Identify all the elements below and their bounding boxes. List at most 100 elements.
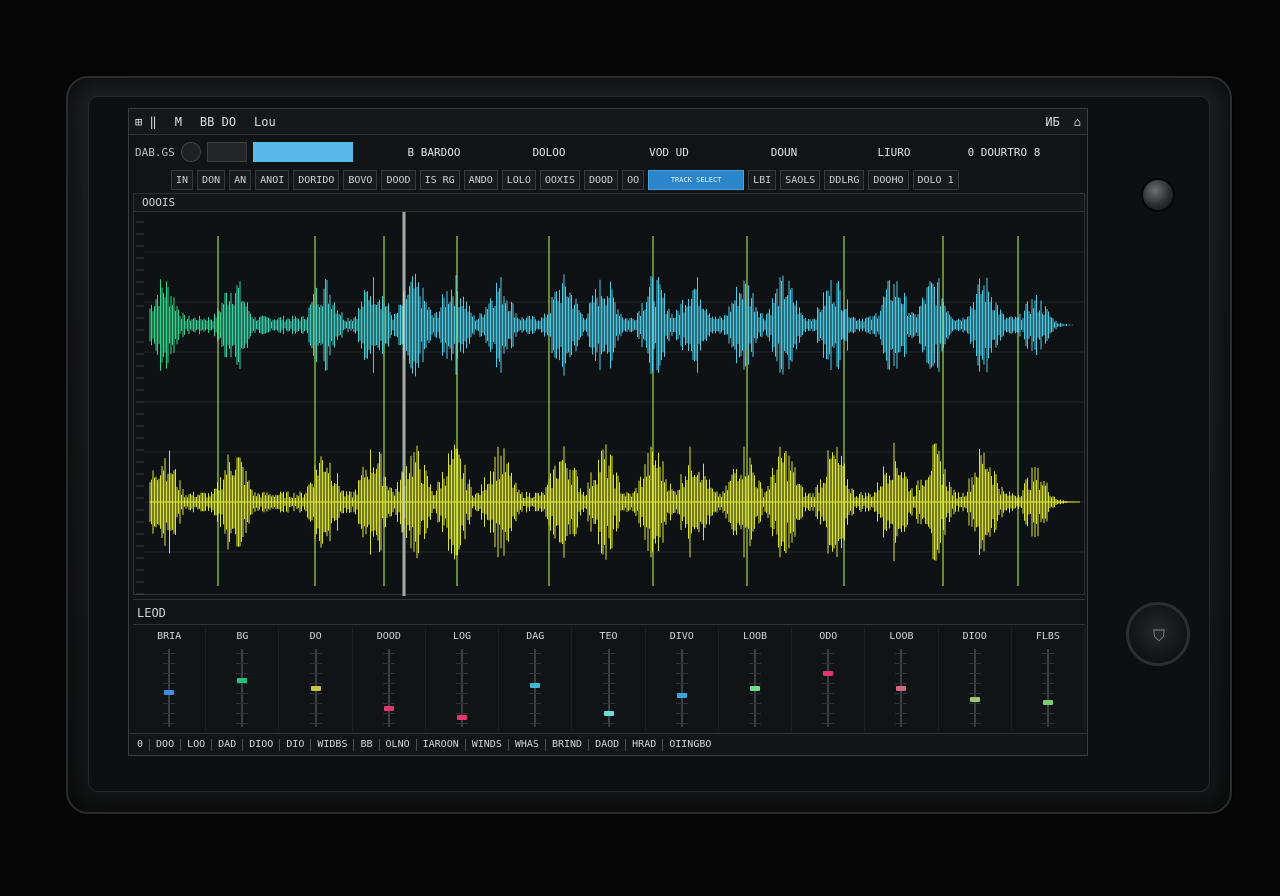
channel-label: BG [236, 631, 249, 642]
fader-tick [163, 663, 176, 664]
gain-knob[interactable] [181, 142, 201, 162]
menu-bar: ⊞ ‖ M BB DO Lou ИБ ⌂ [129, 109, 1087, 135]
fader-tick [895, 673, 908, 674]
toolbar2-button[interactable]: LBI [748, 170, 777, 190]
fader-tick [163, 723, 176, 724]
fader-tick [822, 713, 835, 714]
toolbar2-button[interactable]: DOOD [583, 170, 619, 190]
toolbar2-button[interactable]: AN [229, 170, 252, 190]
status-item: DIOO [249, 739, 274, 750]
toolbar-field-5[interactable]: LIURO [839, 146, 949, 159]
fader-handle[interactable] [310, 686, 321, 691]
toolbar-field-4[interactable]: DOUN [729, 146, 839, 159]
fader-tick [1041, 723, 1054, 724]
fader-tick [236, 693, 249, 694]
input-box[interactable] [207, 142, 247, 162]
waveform-title: OOOIS [134, 194, 1084, 212]
status-bar: 0 DOO LOO DAD DIOO DIO WIDBS BB OLNO IAROON WINDS W… [129, 733, 1087, 755]
menu-right-1[interactable]: ИБ [1045, 115, 1059, 129]
toolbar2-button[interactable]: DORIDO [293, 170, 340, 190]
status-separator [662, 738, 664, 751]
fader-tick [822, 653, 835, 654]
fader-handle[interactable] [530, 682, 541, 688]
toolbar-field-1[interactable]: B BARDOO [379, 146, 489, 159]
fader-handle[interactable] [896, 686, 907, 691]
fader-tick [748, 653, 761, 654]
fader-tick [1041, 663, 1054, 664]
fader-tick [456, 663, 469, 664]
toolbar2-button[interactable]: DDLRG [824, 170, 865, 190]
fader-tick [602, 683, 615, 684]
fader-handle[interactable] [383, 705, 394, 711]
toolbar2-button[interactable]: DON [197, 170, 226, 190]
channel-label: DAG [526, 631, 545, 642]
menu-item-2[interactable]: M [175, 115, 182, 129]
status-separator [149, 738, 151, 751]
channel-label: DO [309, 631, 322, 642]
fader-handle[interactable] [164, 689, 175, 695]
toolbar2-button[interactable]: DOLO 1 [912, 170, 959, 190]
toolbar2-button[interactable]: OO [622, 170, 645, 190]
fader-tick [382, 713, 395, 714]
fader-tick [309, 723, 322, 724]
toolbar2-button[interactable]: ANOI [255, 170, 290, 190]
fader-track [241, 649, 244, 727]
toolbar-field-6[interactable]: 0 DOURTRO 8 [949, 146, 1059, 159]
channel-label: ODO [819, 631, 838, 642]
menu-item-1[interactable]: ⊞ ‖ [135, 115, 157, 129]
screen: ⊞ ‖ M BB DO Lou ИБ ⌂ DAB.GS B BARDOO DOL… [128, 108, 1088, 756]
fader-tick [675, 713, 688, 714]
toolbar2-button[interactable]: DOOHO [868, 170, 909, 190]
fader-tick [309, 653, 322, 654]
toolbar2-button[interactable]: SAOLS [780, 170, 821, 190]
fader-tick [236, 713, 249, 714]
fader-tick [748, 723, 761, 724]
fader-track [1046, 649, 1049, 727]
fader-handle[interactable] [749, 686, 760, 691]
toolbar2-button[interactable]: BOVO [343, 170, 378, 190]
fader-handle[interactable] [969, 696, 980, 702]
status-separator [279, 738, 281, 751]
fader-tick [968, 683, 981, 684]
fader-handle[interactable] [237, 677, 248, 683]
menu-item-4[interactable]: Lou [254, 115, 276, 129]
toolbar2-button[interactable]: OOXIS [539, 170, 580, 190]
settings-icon[interactable]: ⌂ [1074, 115, 1081, 129]
toolbar-field-3[interactable]: VOD UD [609, 146, 729, 159]
fader-handle[interactable] [676, 693, 687, 698]
fader-track [827, 649, 830, 727]
status-item: OLNO [385, 739, 410, 750]
fader-track [973, 649, 976, 727]
fader-tick [675, 663, 688, 664]
fader-handle[interactable] [457, 715, 468, 721]
level-field[interactable] [253, 142, 353, 162]
fader-tick [456, 713, 469, 714]
toolbar2-button[interactable]: IN [171, 170, 194, 190]
mixer-channel: BG [206, 627, 280, 731]
toolbar2-button[interactable]: TRACK SELECT [648, 170, 745, 190]
status-item: 0 [137, 739, 144, 750]
fader-handle[interactable] [1042, 700, 1053, 705]
waveform-canvas[interactable] [134, 212, 1086, 596]
mixer-channel: DO [279, 627, 353, 731]
channel-label: TEO [599, 631, 618, 642]
fader-handle[interactable] [603, 710, 614, 716]
toolbar2-button[interactable]: LOLO [501, 170, 536, 190]
fader-tick [602, 703, 615, 704]
fader-handle[interactable] [823, 670, 834, 676]
home-button[interactable]: ⛉ [1126, 602, 1190, 666]
toolbar2-button[interactable]: IS RG [419, 170, 460, 190]
menu-item-3[interactable]: BB DO [200, 115, 236, 129]
shield-icon: ⛉ [1153, 626, 1166, 645]
fader-tick [382, 693, 395, 694]
fader-tick [1041, 653, 1054, 654]
fader-tick [163, 703, 176, 704]
fader-tick [602, 663, 615, 664]
fader-tick [748, 693, 761, 694]
toolbar-label: DAB.GS [135, 145, 175, 159]
toolbar2-button[interactable]: DOOD [381, 170, 416, 190]
toolbar-field-2[interactable]: DOLOO [489, 146, 609, 159]
camera-button[interactable] [1141, 178, 1175, 212]
fader-tick [309, 683, 322, 684]
toolbar2-button[interactable]: ANDO [463, 170, 498, 190]
